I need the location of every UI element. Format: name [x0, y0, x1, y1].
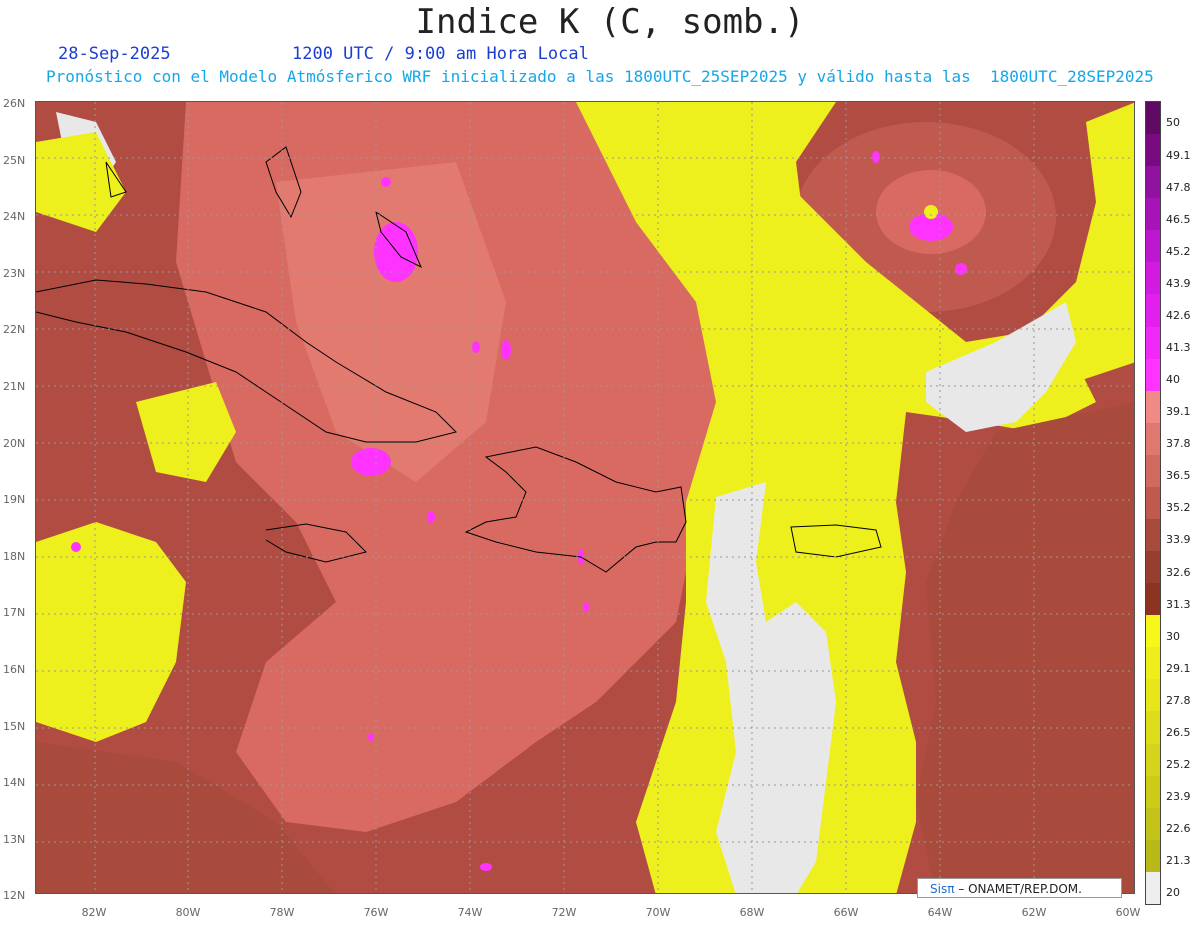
colorbar-label: 36.5: [1166, 469, 1191, 483]
credit-box: Sisπ – ONAMET/REP.DOM.: [917, 878, 1122, 898]
colorbar-label: 29.1: [1166, 661, 1191, 675]
colorbar-label: 22.6: [1166, 822, 1191, 836]
colorbar-segment: [1146, 615, 1160, 648]
colorbar-label: 33.9: [1166, 533, 1191, 547]
colorbar-label: 40: [1166, 373, 1180, 387]
colorbar-label: 50: [1166, 116, 1180, 130]
lat-tick-label: 12N: [3, 889, 26, 903]
colorbar-segment: [1146, 198, 1160, 231]
lon-tick-label: 62W: [1021, 906, 1047, 919]
colorbar-segment: [1146, 743, 1160, 776]
colorbar-segment: [1146, 166, 1160, 199]
colorbar-segment: [1146, 647, 1160, 680]
colorbar-label: 43.9: [1166, 276, 1191, 290]
lon-tick-label: 78W: [269, 906, 295, 919]
lon-tick-label: 74W: [457, 906, 483, 919]
colorbar-segment: [1146, 454, 1160, 487]
lat-tick-label: 22N: [3, 323, 26, 337]
lat-tick-label: 17N: [3, 606, 26, 620]
colorbar-segment: [1146, 390, 1160, 423]
colorbar-label: 23.9: [1166, 790, 1191, 804]
lon-tick-label: 66W: [833, 906, 859, 919]
lat-tick-label: 18N: [3, 549, 26, 563]
colorbar-segment: [1146, 519, 1160, 552]
colorbar-segment: [1146, 134, 1160, 167]
colorbar-label: 35.2: [1166, 501, 1191, 515]
lat-tick-label: 14N: [3, 776, 26, 790]
colorbar-segment: [1146, 807, 1160, 840]
colorbar-segment: [1146, 871, 1160, 904]
lon-tick-label: 68W: [739, 906, 765, 919]
credit-text: – ONAMET/REP.DOM.: [958, 882, 1082, 896]
lon-tick-label: 72W: [551, 906, 577, 919]
lon-tick-label: 70W: [645, 906, 671, 919]
colorbar-segment: [1146, 422, 1160, 455]
colorbar-label: 32.6: [1166, 565, 1191, 579]
colorbar-segment: [1146, 358, 1160, 391]
colorbar-label: 26.5: [1166, 725, 1191, 739]
colorbar-segment: [1146, 583, 1160, 616]
colorbar: [1145, 101, 1161, 905]
lat-tick-label: 13N: [3, 832, 26, 846]
forecast-subtitle: Pronóstico con el Modelo Atmósferico WRF…: [46, 67, 1154, 86]
lat-tick-label: 24N: [3, 210, 26, 224]
colorbar-label: 39.1: [1166, 405, 1191, 419]
colorbar-label: 25.2: [1166, 758, 1191, 772]
colorbar-segment: [1146, 711, 1160, 744]
colorbar-segment: [1146, 486, 1160, 520]
lat-tick-label: 21N: [3, 380, 26, 393]
colorbar-segment: [1146, 230, 1160, 263]
colorbar-label: 49.1: [1166, 148, 1191, 162]
lon-tick-label: 64W: [927, 906, 953, 919]
colorbar-label: 41.3: [1166, 341, 1191, 355]
lat-tick-label: 20N: [3, 436, 26, 450]
lat-tick-label: 16N: [3, 663, 26, 676]
colorbar-label: 45.2: [1166, 244, 1191, 258]
colorbar-segment: [1146, 294, 1160, 327]
colorbar-segment: [1146, 326, 1160, 359]
k-index-map: [35, 101, 1135, 894]
map-canvas: [36, 102, 1134, 893]
colorbar-label: 42.6: [1166, 308, 1191, 322]
lat-tick-label: 25N: [3, 153, 26, 167]
colorbar-label: 30: [1166, 629, 1180, 643]
colorbar-segment: [1146, 775, 1160, 808]
lat-tick-label: 19N: [3, 493, 26, 507]
sispi-logo: Sisπ: [930, 882, 955, 896]
colorbar-label: 37.8: [1166, 437, 1191, 451]
colorbar-segment: [1146, 262, 1160, 295]
chart-title: Indice K (C, somb.): [415, 2, 805, 42]
colorbar-label: 46.5: [1166, 212, 1191, 226]
colorbar-label: 27.8: [1166, 693, 1191, 707]
colorbar-segment: [1146, 839, 1160, 872]
forecast-date: 28-Sep-2025: [58, 44, 171, 64]
lon-tick-label: 60W: [1115, 906, 1141, 919]
colorbar-label: 21.3: [1166, 854, 1191, 868]
lat-tick-label: 15N: [3, 719, 26, 733]
lat-tick-label: 23N: [3, 266, 26, 280]
colorbar-label: 31.3: [1166, 597, 1191, 611]
colorbar-segment: [1146, 551, 1160, 584]
colorbar-label: 47.8: [1166, 180, 1191, 194]
forecast-time: 1200 UTC / 9:00 am Hora Local: [292, 44, 589, 64]
colorbar-label: 20: [1166, 886, 1180, 900]
lon-tick-label: 80W: [175, 906, 201, 919]
colorbar-segment: [1146, 679, 1160, 712]
lon-tick-label: 76W: [363, 906, 389, 919]
colorbar-segment: [1146, 102, 1160, 135]
lon-tick-label: 82W: [81, 906, 107, 919]
lat-tick-label: 26N: [3, 97, 26, 110]
